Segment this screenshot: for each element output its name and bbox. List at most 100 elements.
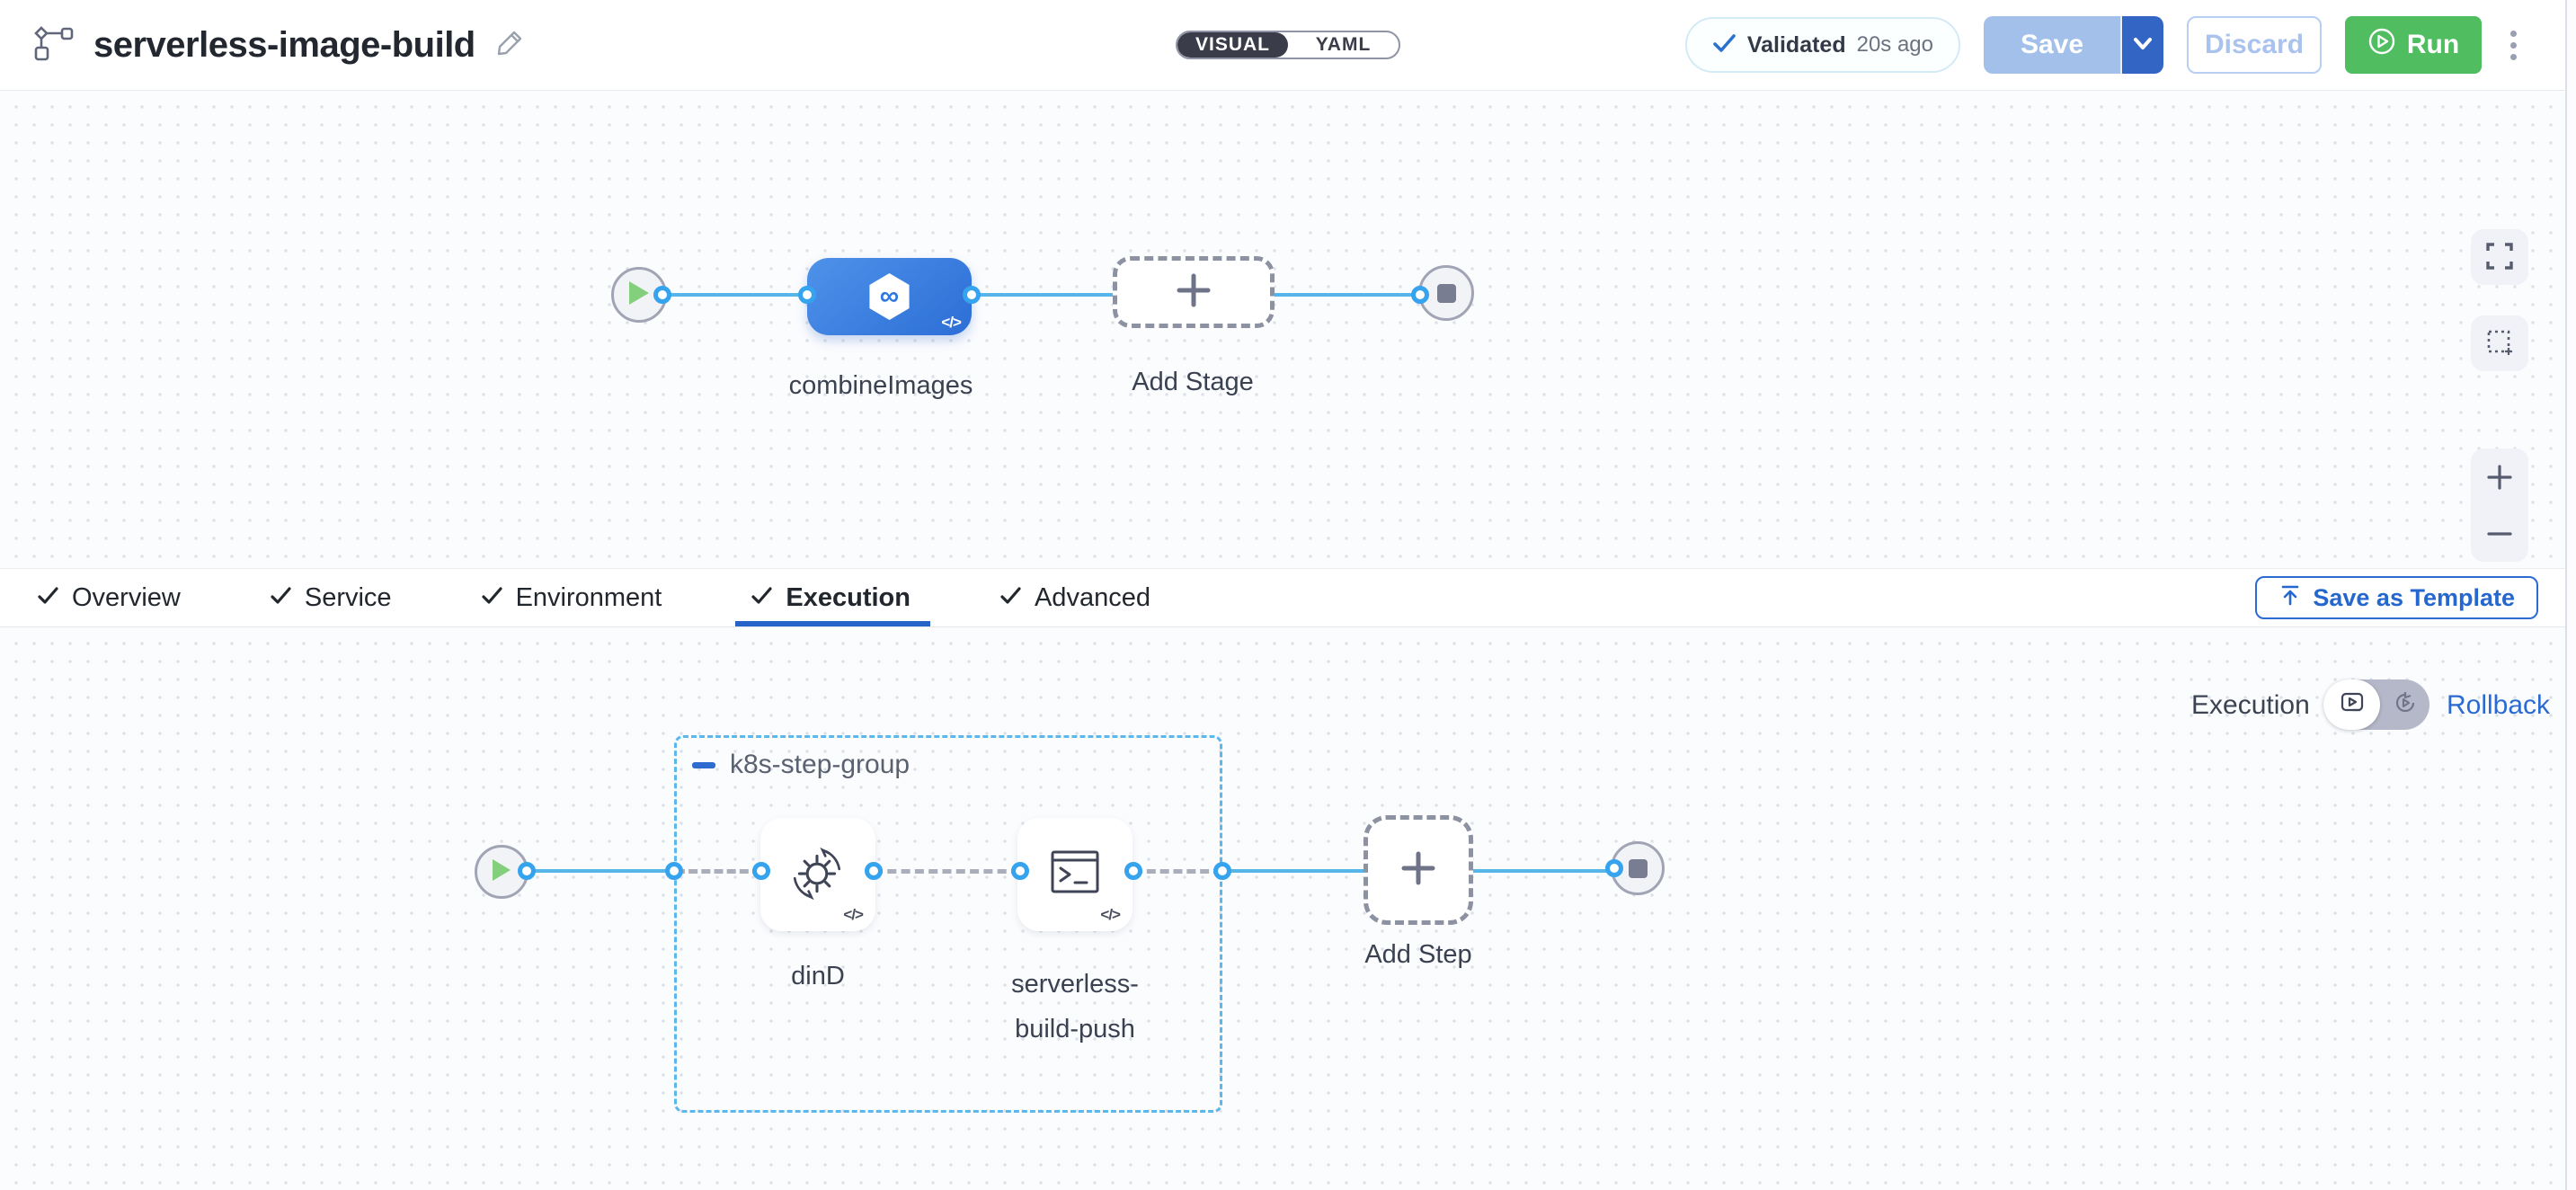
page-title: serverless-image-build	[93, 25, 475, 66]
code-icon[interactable]: </>	[843, 906, 863, 924]
step-group-label[interactable]: k8s-step-group	[730, 750, 910, 780]
execution-view-segment[interactable]	[2323, 679, 2380, 730]
step-node-serverless-build-push[interactable]: </>	[1017, 818, 1133, 931]
fit-to-screen-button[interactable]	[2471, 229, 2528, 285]
connector-port[interactable]	[653, 286, 671, 304]
tab-execution[interactable]: Execution	[751, 569, 910, 626]
connector-port[interactable]	[1605, 859, 1623, 877]
save-as-template-button[interactable]: Save as Template	[2255, 576, 2538, 619]
discard-button[interactable]: Discard	[2187, 16, 2322, 74]
connector-port[interactable]	[1411, 286, 1429, 304]
vertical-scrollbar[interactable]	[2565, 0, 2576, 1190]
validated-label: Validated	[1747, 32, 1846, 58]
check-icon	[482, 583, 503, 613]
add-stage-node[interactable]	[1113, 256, 1275, 328]
stop-icon	[1629, 859, 1648, 878]
code-icon[interactable]: </>	[941, 314, 961, 332]
run-button[interactable]: Run	[2345, 16, 2482, 74]
fullscreen-icon	[2486, 243, 2513, 272]
edge-line	[1222, 869, 1365, 873]
save-button[interactable]: Save	[1984, 16, 2120, 74]
edge-line	[662, 293, 807, 297]
edge-line-dashed	[1133, 869, 1222, 874]
connector-port[interactable]	[518, 862, 536, 880]
visual-yaml-toggle: VISUAL YAML	[1176, 31, 1400, 59]
header-bar: serverless-image-build VISUAL YAML Valid…	[0, 0, 2576, 91]
stop-icon	[1437, 284, 1456, 303]
step-group-k8s[interactable]	[674, 735, 1222, 1113]
edge-line-dashed	[874, 869, 1020, 874]
step-node-dind[interactable]: </>	[760, 818, 875, 931]
collapse-group-icon[interactable]	[692, 762, 715, 768]
tab-overview[interactable]: Overview	[38, 569, 181, 626]
header-actions: Validated 20s ago Save Discard	[1685, 16, 2522, 74]
tab-advanced[interactable]: Advanced	[1000, 569, 1150, 626]
check-icon	[1000, 583, 1022, 613]
connector-port[interactable]	[1011, 862, 1029, 880]
play-icon	[491, 857, 512, 887]
edge-line	[1473, 869, 1614, 873]
plus-icon	[1398, 848, 1439, 893]
execution-view-label: Execution	[2191, 690, 2310, 721]
step-label-serverless-build-push[interactable]: serverless-build-push	[990, 962, 1159, 1052]
zoom-panel	[2471, 448, 2528, 562]
chevron-down-icon	[2133, 37, 2153, 54]
stage-canvas: ∞ </> combineImages Add Stage	[0, 91, 2576, 568]
tab-service[interactable]: Service	[271, 569, 392, 626]
header-title-group: serverless-image-build	[32, 24, 524, 67]
stage-config-tabs: Overview Service Environment Execution A…	[0, 568, 2576, 627]
add-stage-label[interactable]: Add Stage	[1103, 368, 1283, 397]
marquee-select-button[interactable]	[2471, 315, 2528, 371]
rollback-link[interactable]: Rollback	[2447, 690, 2550, 721]
validated-badge[interactable]: Validated 20s ago	[1685, 17, 1960, 73]
step-label-dind[interactable]: dinD	[737, 962, 899, 991]
connector-port[interactable]	[1124, 862, 1142, 880]
marquee-selection-icon	[2486, 329, 2513, 359]
play-icon	[627, 280, 651, 311]
plus-icon	[1174, 271, 1213, 315]
edge-line	[972, 293, 1119, 297]
stage-node-combineimages[interactable]: ∞ </>	[807, 258, 972, 335]
edit-pencil-icon[interactable]	[495, 29, 524, 62]
code-icon[interactable]: </>	[1100, 906, 1120, 924]
save-split-button: Save	[1984, 16, 2163, 74]
kebab-menu-icon[interactable]	[2505, 25, 2522, 66]
pipeline-studio: serverless-image-build VISUAL YAML Valid…	[0, 0, 2576, 1190]
execution-rollback-toggle[interactable]	[2323, 679, 2429, 730]
zoom-out-button[interactable]	[2471, 505, 2528, 562]
stage-label[interactable]: combineImages	[737, 371, 1025, 401]
rollback-view-segment[interactable]	[2380, 679, 2429, 730]
connector-port[interactable]	[865, 862, 883, 880]
check-icon	[751, 583, 773, 613]
connector-port[interactable]	[1213, 862, 1231, 880]
execution-canvas: Execution	[0, 627, 2576, 1190]
rollback-icon	[2394, 691, 2417, 719]
canvas-controls	[2471, 229, 2528, 562]
connector-port[interactable]	[665, 862, 683, 880]
run-play-icon	[2367, 27, 2396, 63]
edge-line	[1271, 293, 1420, 297]
connector-port[interactable]	[798, 286, 816, 304]
save-options-caret[interactable]	[2120, 16, 2163, 74]
tab-environment[interactable]: Environment	[482, 569, 662, 626]
ci-stage-hexagon-icon: ∞	[868, 273, 911, 320]
toggle-visual[interactable]: VISUAL	[1177, 32, 1288, 58]
template-upload-icon	[2278, 583, 2302, 613]
add-step-node[interactable]	[1364, 815, 1473, 925]
execution-view-icon	[2341, 692, 2364, 718]
check-icon	[38, 583, 59, 613]
connector-port[interactable]	[963, 286, 981, 304]
validated-time: 20s ago	[1857, 32, 1933, 58]
pipeline-icon	[32, 24, 74, 67]
edge-line-dashed	[676, 869, 761, 874]
run-label: Run	[2407, 30, 2459, 60]
edge-line	[527, 869, 674, 873]
check-icon	[271, 583, 292, 613]
add-step-label[interactable]: Add Step	[1337, 940, 1499, 970]
check-icon	[1712, 32, 1737, 58]
docker-in-docker-icon	[788, 843, 848, 907]
toggle-yaml[interactable]: YAML	[1288, 32, 1399, 58]
connector-port[interactable]	[752, 862, 770, 880]
zoom-in-button[interactable]	[2471, 448, 2528, 505]
terminal-icon	[1046, 847, 1104, 903]
